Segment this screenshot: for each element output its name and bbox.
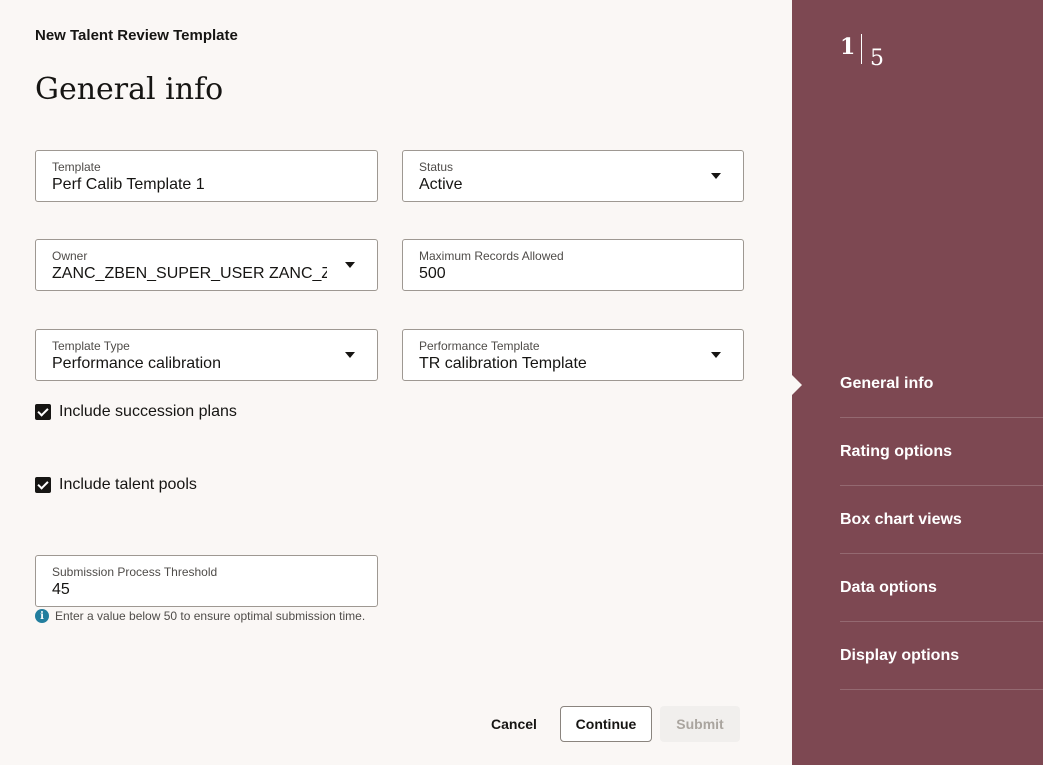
threshold-label: Submission Process Threshold [52, 565, 218, 579]
chevron-down-icon[interactable] [711, 173, 721, 179]
threshold-value[interactable]: 45 [52, 580, 327, 600]
max-records-value[interactable]: 500 [419, 264, 694, 284]
step-current: 1 [840, 34, 856, 60]
owner-select[interactable]: Owner ZANC_ZBEN_SUPER_USER ZANC_ZB [35, 239, 378, 291]
threshold-field[interactable]: Submission Process Threshold 45 [35, 555, 378, 607]
performance-template-value: TR calibration Template [419, 355, 587, 372]
status-label: Status [419, 160, 454, 174]
owner-value[interactable]: ZANC_ZBEN_SUPER_USER ZANC_ZB [52, 264, 327, 284]
succession-plans-option[interactable]: Include succession plans [35, 403, 237, 421]
succession-plans-checkbox[interactable] [35, 404, 51, 420]
step-general-info[interactable]: General info [840, 350, 1043, 418]
step-divider [861, 34, 862, 64]
step-data-options[interactable]: Data options [840, 554, 1043, 622]
step-box-chart-views[interactable]: Box chart views [840, 486, 1043, 554]
step-list: General info Rating options Box chart vi… [840, 350, 1043, 690]
talent-pools-checkbox[interactable] [35, 477, 51, 493]
threshold-hint-text: Enter a value below 50 to ensure optimal… [55, 609, 366, 623]
step-display-options[interactable]: Display options [840, 622, 1043, 690]
threshold-hint: i Enter a value below 50 to ensure optim… [35, 609, 365, 623]
step-total: 5 [870, 46, 884, 71]
cancel-button[interactable]: Cancel [480, 706, 548, 742]
succession-plans-label[interactable]: Include succession plans [59, 403, 237, 421]
chevron-down-icon[interactable] [345, 352, 355, 358]
max-records-label: Maximum Records Allowed [419, 249, 564, 263]
template-type-select[interactable]: Template Type Performance calibration [35, 329, 378, 381]
template-value[interactable]: Perf Calib Template 1 [52, 175, 327, 195]
template-field[interactable]: Template Perf Calib Template 1 [35, 150, 378, 202]
continue-button[interactable]: Continue [560, 706, 652, 742]
talent-pools-option[interactable]: Include talent pools [35, 476, 197, 494]
step-rating-options[interactable]: Rating options [840, 418, 1043, 486]
template-type-label: Template Type [52, 339, 130, 353]
chevron-down-icon[interactable] [711, 352, 721, 358]
status-value: Active [419, 176, 463, 193]
template-label: Template [52, 160, 101, 174]
step-sidebar: 1 5 General info Rating options Box char… [792, 0, 1043, 765]
status-select[interactable]: Status Active [402, 150, 744, 202]
owner-label: Owner [52, 249, 88, 263]
template-type-value: Performance calibration [52, 355, 221, 372]
page-title: New Talent Review Template [35, 27, 238, 44]
chevron-down-icon[interactable] [345, 262, 355, 268]
performance-template-select[interactable]: Performance Template TR calibration Temp… [402, 329, 744, 381]
talent-pools-label[interactable]: Include talent pools [59, 476, 197, 494]
main-panel: New Talent Review Template General info … [0, 0, 792, 765]
performance-template-label: Performance Template [419, 339, 540, 353]
section-title: General info [35, 72, 224, 107]
max-records-field[interactable]: Maximum Records Allowed 500 [402, 239, 744, 291]
info-icon: i [35, 609, 49, 623]
active-step-pointer [792, 375, 802, 395]
submit-button[interactable]: Submit [660, 706, 740, 742]
